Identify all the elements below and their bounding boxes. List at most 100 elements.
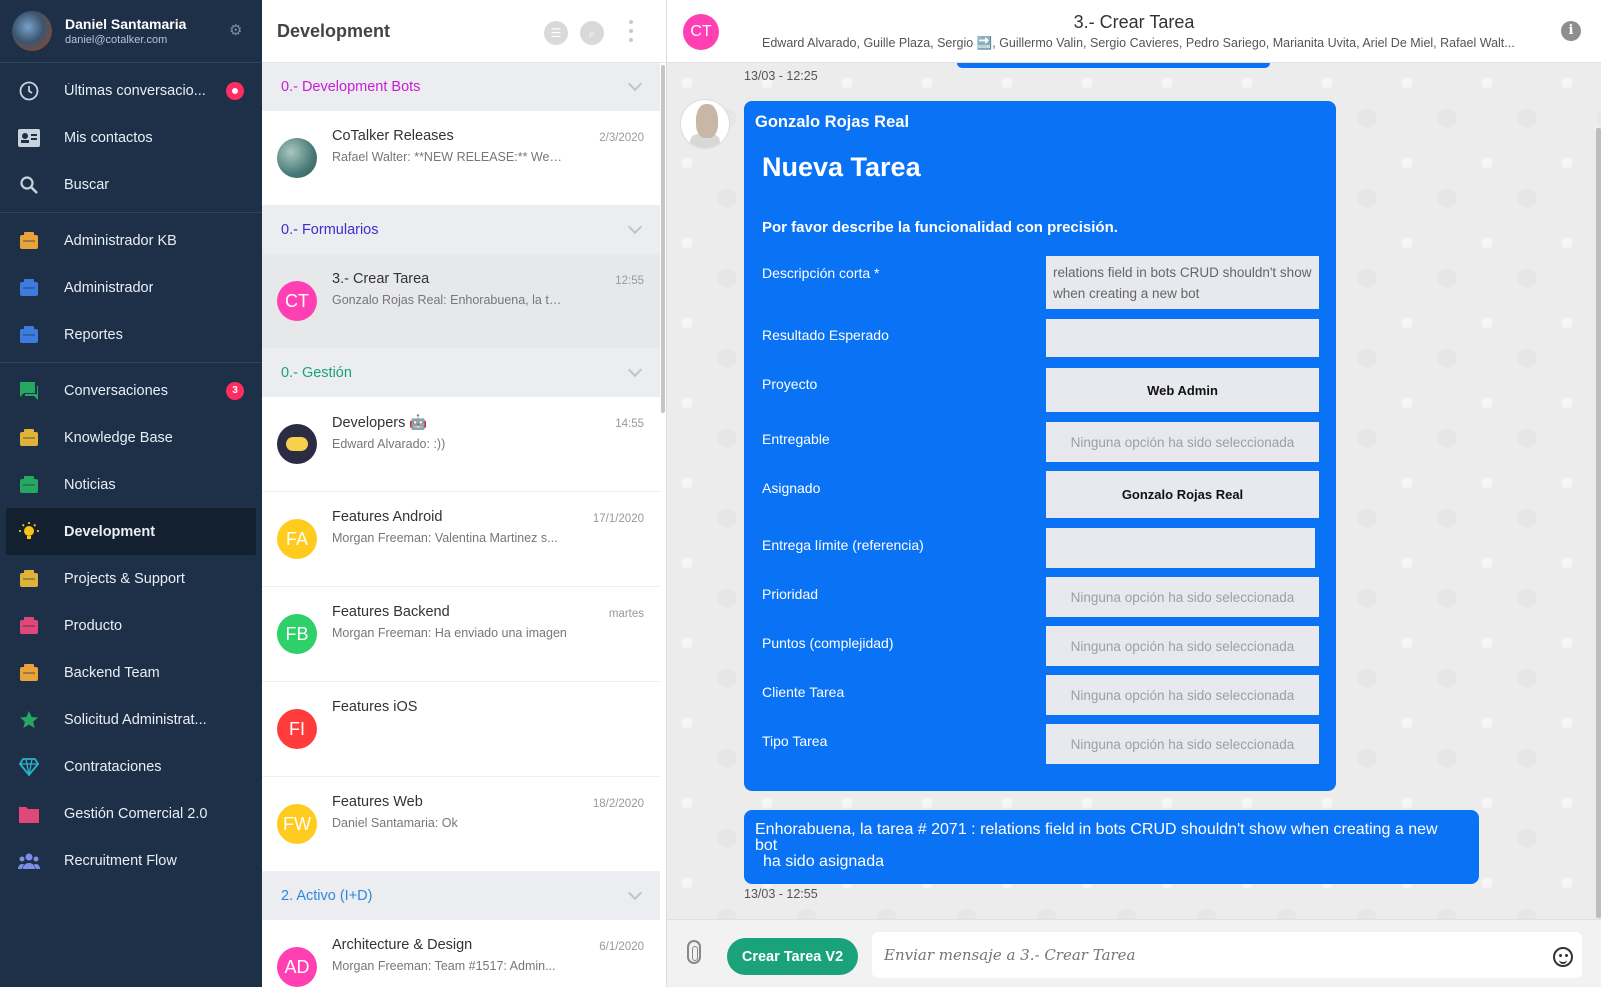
sidebar-item[interactable]: Development <box>6 508 256 555</box>
group-header[interactable]: 0.- Gestión <box>262 349 660 397</box>
form-field-value[interactable] <box>1046 528 1315 568</box>
group-header[interactable]: 0.- Development Bots <box>262 63 660 111</box>
chevron-down-icon[interactable] <box>627 362 643 378</box>
chat-pane: CT 3.- Crear Tarea Edward Alvarado, Guil… <box>667 0 1601 987</box>
conversation-item[interactable]: FI Features iOS <box>262 682 660 777</box>
user-profile[interactable]: Daniel Santamaria daniel@cotalker.com ⚙ <box>0 0 262 63</box>
conversation-time: 18/2/2020 <box>592 798 644 810</box>
form-field-value[interactable]: relations field in bots CRUD shouldn't s… <box>1046 256 1319 309</box>
previous-message-bubble <box>957 63 1270 68</box>
conversation-preview: Gonzalo Rojas Real: Enhorabuena, la tare… <box>332 293 567 307</box>
search-icon[interactable]: ⌕ <box>580 21 604 45</box>
sidebar-group: Últimas conversacio... Mis contactos Busca… <box>0 63 262 213</box>
sidebar-item[interactable]: Recruitment Flow <box>0 837 262 884</box>
form-field-value[interactable]: Ninguna opción ha sido seleccionada <box>1046 724 1319 764</box>
form-field-value[interactable]: Ninguna opción ha sido seleccionada <box>1046 422 1319 462</box>
sidebar-group: Administrador KB Administrador Reportes <box>0 213 262 363</box>
form-description: Por favor describe la funcionalidad con … <box>762 219 1118 236</box>
form-field-value[interactable] <box>1046 319 1319 357</box>
conversation-avatar: AD <box>277 947 317 987</box>
news-icon <box>18 474 40 496</box>
form-field-label: Asignado <box>762 480 821 496</box>
user-name: Daniel Santamaria <box>65 16 187 32</box>
form-field-value[interactable]: Web Admin <box>1046 368 1319 412</box>
sidebar-item[interactable]: Contrataciones <box>0 743 262 790</box>
unread-badge <box>226 82 244 100</box>
form-field-label: Descripción corta * <box>762 265 880 281</box>
bulb-icon <box>18 521 40 543</box>
message-input[interactable] <box>872 932 1582 978</box>
form-field-value[interactable]: Ninguna opción ha sido seleccionada <box>1046 675 1319 715</box>
sidebar-item[interactable]: Producto <box>0 602 262 649</box>
form-field-value[interactable]: Gonzalo Rojas Real <box>1046 471 1319 518</box>
sidebar-item[interactable]: Noticias <box>0 461 262 508</box>
sidebar-item-label: Backend Team <box>64 664 160 681</box>
chat-members[interactable]: Edward Alvarado, Guille Plaza, Sergio 🔜,… <box>762 36 1522 51</box>
sidebar-item[interactable]: Backend Team <box>0 649 262 696</box>
conversation-preview: Morgan Freeman: Team #1517: Admin... <box>332 959 556 973</box>
conversation-preview: Morgan Freeman: Valentina Martinez s... <box>332 531 558 545</box>
sidebar-item-label: Contrataciones <box>64 758 162 775</box>
sidebar-item[interactable]: Solicitud Administrat... <box>0 696 262 743</box>
sidebar-item[interactable]: Administrador KB <box>0 217 262 264</box>
conversation-list: 0.- Development Bots CoTalker Releases Raf… <box>262 63 660 987</box>
sidebar-item-label: Solicitud Administrat... <box>64 711 207 728</box>
group-header-label: 0.- Formularios <box>281 222 379 238</box>
sidebar-item[interactable]: Mis contactos <box>0 114 262 161</box>
sidebar-item-label: Mis contactos <box>64 129 153 146</box>
chevron-down-icon[interactable] <box>627 219 643 235</box>
conversation-title: Architecture & Design <box>332 937 473 953</box>
message-timestamp: 13/03 - 12:25 <box>744 69 818 83</box>
chevron-down-icon[interactable] <box>627 885 643 901</box>
reply-line: ha sido asignada <box>763 853 884 870</box>
crear-tarea-v2-button[interactable]: Crear Tarea V2 <box>727 938 858 975</box>
conversation-item[interactable]: CoTalker Releases Rafael Walter: **NEW RE… <box>262 111 660 206</box>
conversation-preview: Morgan Freeman: Ha enviado una imagen <box>332 626 567 640</box>
sidebar-item[interactable]: Gestión Comercial 2.0 <box>0 790 262 837</box>
more-menu-icon[interactable] <box>628 20 634 42</box>
conversation-item[interactable]: CT 3.- Crear Tarea Gonzalo Rojas Real: Enh… <box>262 254 660 349</box>
sidebar-item[interactable]: Últimas conversacio... <box>0 67 262 114</box>
form-field-label: Tipo Tarea <box>762 733 828 749</box>
group-header[interactable]: 0.- Formularios <box>262 206 660 254</box>
chat-scrollbar[interactable] <box>1596 128 1601 918</box>
form-field-value[interactable]: Ninguna opción ha sido seleccionada <box>1046 626 1319 666</box>
emoji-icon[interactable] <box>1553 947 1573 967</box>
product-icon <box>18 615 40 637</box>
form-field-label: Resultado Esperado <box>762 327 889 343</box>
conversation-item[interactable]: FW Features Web Daniel Santamaria: Ok 18/2/… <box>262 777 660 872</box>
chat-icon <box>18 380 40 402</box>
conversation-time: 17/1/2020 <box>592 513 644 525</box>
sidebar-item[interactable]: Reportes <box>0 311 262 358</box>
conversation-item[interactable]: FB Features Backend Morgan Freeman: Ha env… <box>262 587 660 682</box>
attach-icon[interactable] <box>687 940 701 964</box>
reply-line: Enhorabuena, la tarea # 2071 : relations… <box>755 821 1438 838</box>
conversation-item[interactable]: FA Features Android Morgan Freeman: Valent… <box>262 492 660 587</box>
chevron-down-icon[interactable] <box>627 76 643 92</box>
conversation-time: 6/1/2020 <box>599 941 644 953</box>
avatar[interactable] <box>12 11 52 51</box>
sidebar-item[interactable]: Administrador <box>0 264 262 311</box>
sidebar-item-label: Knowledge Base <box>64 429 173 446</box>
conversation-item[interactable]: AD Architecture & Design Morgan Freeman: T… <box>262 920 660 987</box>
sidebar: Daniel Santamaria daniel@cotalker.com ⚙ … <box>0 0 262 987</box>
sender-avatar[interactable] <box>681 100 729 148</box>
sidebar-group: Conversaciones 3 Knowledge Base Noticias Dev… <box>0 363 262 888</box>
sidebar-item-label: Noticias <box>64 476 116 493</box>
list-header: Development ☰ ⌕ <box>262 0 666 63</box>
group-header[interactable]: 2. Activo (I+D) <box>262 872 660 920</box>
report-icon <box>18 324 40 346</box>
conversation-time: 12:55 <box>615 275 644 287</box>
list-scrollbar[interactable] <box>661 65 665 413</box>
projects-icon <box>18 568 40 590</box>
form-field-value[interactable]: Ninguna opción ha sido seleccionada <box>1046 577 1319 617</box>
gear-icon[interactable]: ⚙ <box>229 23 244 38</box>
sidebar-item[interactable]: Conversaciones 3 <box>0 367 262 414</box>
sidebar-item[interactable]: Knowledge Base <box>0 414 262 461</box>
conversation-item[interactable]: Developers 🤖 Edward Alvarado: :)) 14:55 <box>262 397 660 492</box>
sidebar-item[interactable]: Projects & Support <box>0 555 262 602</box>
filter-list-icon[interactable]: ☰ <box>544 21 568 45</box>
sidebar-item[interactable]: Buscar <box>0 161 262 208</box>
conversation-avatar: FB <box>277 614 317 654</box>
info-icon[interactable]: i <box>1561 21 1581 41</box>
